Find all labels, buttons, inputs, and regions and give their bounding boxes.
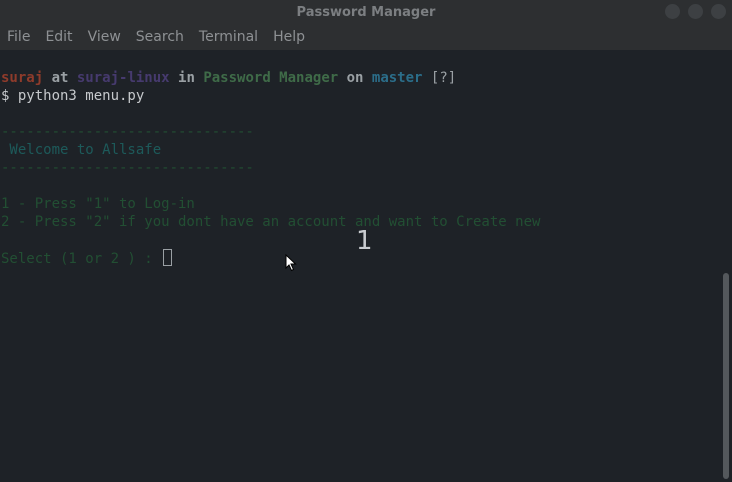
prompt-at: at xyxy=(43,70,77,86)
menu-view[interactable]: View xyxy=(88,29,121,45)
welcome-banner: Welcome to Allsafe xyxy=(1,142,162,158)
terminal-output[interactable]: suraj at suraj-linux in Password Manager… xyxy=(0,50,720,482)
command-line: $ python3 menu.py xyxy=(1,88,145,104)
mouse-pointer-icon xyxy=(285,254,297,272)
prompt-host: suraj-linux xyxy=(76,70,170,86)
prompt-in: in xyxy=(169,70,204,86)
separator-bottom: ------------------------------ xyxy=(1,160,254,176)
menu-option-login: 1 - Press "1" to Log-in xyxy=(1,196,195,212)
prompt-on: on xyxy=(338,70,372,86)
close-icon[interactable] xyxy=(711,4,726,19)
maximize-icon[interactable] xyxy=(688,4,703,19)
menu-help[interactable]: Help xyxy=(273,29,305,45)
separator-top: ------------------------------ xyxy=(1,124,254,140)
prompt-dir: Password Manager xyxy=(203,70,339,86)
menu-bar: File Edit View Search Terminal Help xyxy=(0,24,732,50)
menu-file[interactable]: File xyxy=(7,29,30,45)
window-titlebar[interactable]: Password Manager xyxy=(0,0,732,24)
prompt-branch: master xyxy=(371,70,423,86)
select-prompt-line[interactable]: Select (1 or 2 ) : xyxy=(1,249,173,267)
window-title: Password Manager xyxy=(296,4,436,20)
menu-search[interactable]: Search xyxy=(136,29,184,45)
shell-prompt: suraj at suraj-linux in Password Manager… xyxy=(1,69,456,87)
menu-terminal[interactable]: Terminal xyxy=(199,29,258,45)
text-cursor xyxy=(163,249,173,266)
prompt-git-status: [?] xyxy=(422,70,457,86)
select-prompt: Select (1 or 2 ) : xyxy=(1,251,162,267)
prompt-user: suraj xyxy=(1,70,44,86)
menu-edit[interactable]: Edit xyxy=(45,29,72,45)
scrollbar-thumb[interactable] xyxy=(723,273,729,479)
menu-option-create: 2 - Press "2" if you dont have an accoun… xyxy=(1,214,541,230)
terminal-scrollbar[interactable] xyxy=(720,50,732,482)
minimize-icon[interactable] xyxy=(665,4,680,19)
window-controls xyxy=(665,4,726,19)
keypress-overlay: 1 xyxy=(356,226,373,256)
